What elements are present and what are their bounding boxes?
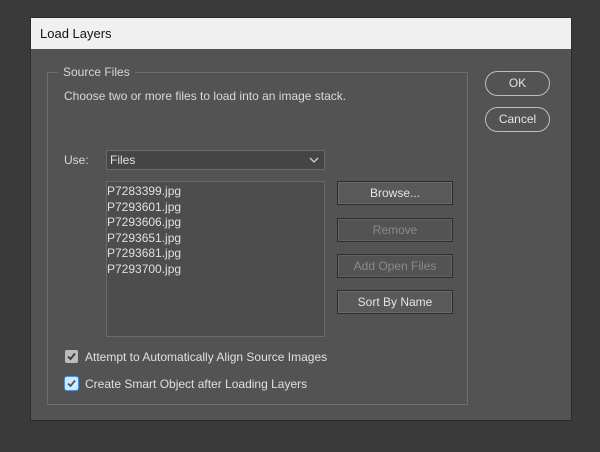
file-list-item[interactable]: P7283399.jpg bbox=[107, 184, 324, 200]
checkmark-icon bbox=[67, 379, 76, 388]
cancel-button[interactable]: Cancel bbox=[485, 107, 550, 132]
file-list-item[interactable]: P7293606.jpg bbox=[107, 215, 324, 231]
align-images-checkbox[interactable] bbox=[65, 350, 78, 363]
chevron-down-icon bbox=[309, 151, 319, 169]
file-list-item[interactable]: P7293651.jpg bbox=[107, 231, 324, 247]
file-list[interactable]: P7283399.jpg P7293601.jpg P7293606.jpg P… bbox=[106, 181, 325, 337]
file-list-item[interactable]: P7293681.jpg bbox=[107, 246, 324, 262]
add-open-files-button[interactable]: Add Open Files bbox=[337, 254, 453, 278]
smart-object-checkbox[interactable] bbox=[65, 377, 78, 390]
browse-button[interactable]: Browse... bbox=[337, 181, 453, 205]
source-files-legend: Source Files bbox=[58, 65, 135, 79]
load-layers-dialog: Load Layers Source Files Choose two or m… bbox=[31, 18, 571, 420]
source-files-description: Choose two or more files to load into an… bbox=[64, 89, 347, 103]
checkmark-icon bbox=[67, 352, 76, 361]
dialog-title: Load Layers bbox=[31, 18, 571, 49]
use-dropdown-value: Files bbox=[110, 153, 136, 167]
smart-object-label: Create Smart Object after Loading Layers bbox=[85, 377, 308, 391]
use-dropdown[interactable]: Files bbox=[106, 150, 325, 170]
align-images-label: Attempt to Automatically Align Source Im… bbox=[85, 350, 328, 364]
remove-button[interactable]: Remove bbox=[337, 218, 453, 242]
use-label: Use: bbox=[64, 153, 89, 167]
ok-button[interactable]: OK bbox=[485, 71, 550, 96]
file-list-item[interactable]: P7293700.jpg bbox=[107, 262, 324, 278]
sort-by-name-button[interactable]: Sort By Name bbox=[337, 290, 453, 314]
file-list-item[interactable]: P7293601.jpg bbox=[107, 200, 324, 216]
